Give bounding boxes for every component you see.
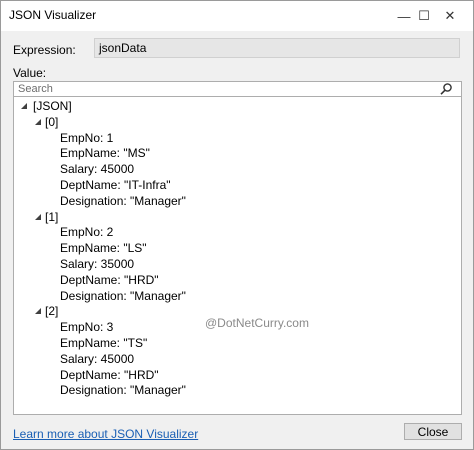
search-input[interactable] (16, 82, 436, 96)
tree-array-item[interactable]: [2] (45, 304, 58, 318)
tree-field-node[interactable]: EmpName: "LS" (60, 241, 147, 255)
expanded-arrow-icon[interactable] (34, 118, 42, 126)
search-box[interactable] (13, 81, 462, 97)
tree-field-node[interactable]: Salary: 45000 (60, 352, 134, 366)
tree-field-node[interactable]: Salary: 45000 (60, 162, 134, 176)
expanded-arrow-icon[interactable] (34, 213, 42, 221)
json-visualizer-window: JSON Visualizer — ☐ ✕ Expression: jsonDa… (0, 0, 474, 450)
tree-field-node[interactable]: EmpName: "TS" (60, 336, 147, 350)
tree-field-node[interactable]: DeptName: "HRD" (60, 368, 159, 382)
tree-field-node[interactable]: EmpNo: 3 (60, 320, 113, 334)
close-icon: ✕ (444, 8, 456, 23)
watermark: @DotNetCurry.com (205, 316, 309, 330)
tree-root-node[interactable]: [JSON] (33, 99, 72, 113)
title-bar[interactable]: JSON Visualizer — ☐ ✕ (1, 1, 473, 31)
expanded-arrow-icon[interactable] (20, 102, 28, 110)
expression-label: Expression: (13, 43, 76, 57)
tree-field-node[interactable]: Designation: "Manager" (60, 194, 186, 208)
json-tree-view[interactable]: @DotNetCurry.com [JSON] [0] EmpNo: 1 EmpNam… (13, 97, 462, 415)
close-button[interactable]: Close (404, 423, 462, 440)
expanded-arrow-icon[interactable] (34, 307, 42, 315)
tree-field-node[interactable]: Salary: 35000 (60, 257, 134, 271)
tree-array-item[interactable]: [1] (45, 210, 58, 224)
expression-field: jsonData (94, 38, 460, 58)
window-title: JSON Visualizer (9, 8, 97, 22)
tree-field-node[interactable]: Designation: "Manager" (60, 289, 186, 303)
value-label: Value: (13, 66, 47, 80)
tree-field-node[interactable]: EmpName: "MS" (60, 146, 150, 160)
search-icon[interactable] (439, 82, 453, 96)
tree-field-node[interactable]: EmpNo: 1 (60, 131, 113, 145)
tree-field-node[interactable]: DeptName: "IT-Infra" (60, 178, 171, 192)
close-window-button[interactable]: ✕ (427, 1, 473, 31)
tree-field-node[interactable]: Designation: "Manager" (60, 383, 186, 397)
tree-field-node[interactable]: DeptName: "HRD" (60, 273, 159, 287)
learn-more-link[interactable]: Learn more about JSON Visualizer (13, 427, 198, 441)
tree-field-node[interactable]: EmpNo: 2 (60, 225, 113, 239)
tree-array-item[interactable]: [0] (45, 115, 58, 129)
